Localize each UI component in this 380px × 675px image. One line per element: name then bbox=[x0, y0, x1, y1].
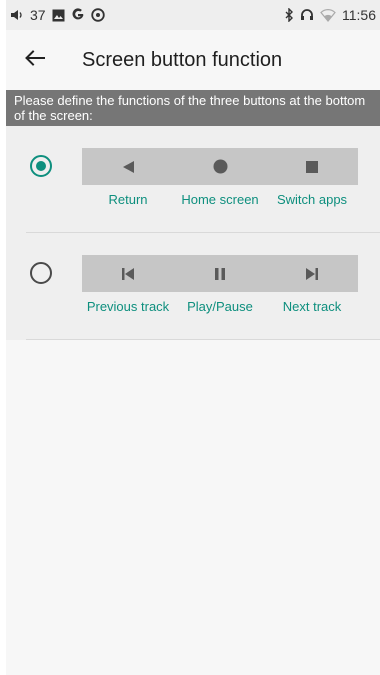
app-bar: Screen button function bbox=[6, 30, 380, 90]
label-switch-apps: Switch apps bbox=[276, 192, 348, 207]
option-media-buttons[interactable]: Previous track Play/Pause Next track bbox=[6, 233, 380, 340]
radio-media-unselected[interactable] bbox=[30, 262, 52, 284]
status-bar-right: 11:56 bbox=[284, 7, 376, 23]
volume-icon bbox=[10, 8, 24, 22]
label-play-pause: Play/Pause bbox=[187, 299, 253, 314]
page-title: Screen button function bbox=[82, 48, 283, 71]
back-triangle-icon bbox=[82, 148, 174, 185]
label-previous-track: Previous track bbox=[86, 299, 170, 314]
label-next-track: Next track bbox=[282, 299, 342, 314]
square-icon bbox=[266, 148, 358, 185]
previous-track-icon bbox=[82, 255, 174, 292]
button-bar-preview bbox=[82, 255, 358, 292]
button-bar-preview bbox=[82, 148, 358, 185]
status-bar-left: 37 bbox=[10, 7, 105, 23]
button-labels: Return Home screen Switch apps bbox=[82, 192, 358, 207]
description-banner: Please define the functions of the three… bbox=[6, 90, 380, 126]
volume-level: 37 bbox=[30, 7, 46, 23]
wifi-icon bbox=[320, 8, 336, 22]
label-return: Return bbox=[108, 192, 148, 207]
image-icon bbox=[52, 9, 65, 22]
at-icon bbox=[90, 8, 105, 22]
option-navigation-buttons[interactable]: Return Home screen Switch apps bbox=[6, 126, 380, 233]
divider bbox=[26, 339, 380, 340]
screen: 37 11:56 Screen button function Please d… bbox=[6, 0, 380, 675]
next-track-icon bbox=[266, 255, 358, 292]
button-labels: Previous track Play/Pause Next track bbox=[82, 299, 358, 314]
radio-navigation-selected[interactable] bbox=[30, 155, 52, 177]
play-pause-icon bbox=[174, 255, 266, 292]
home-circle-icon bbox=[174, 148, 266, 185]
clock: 11:56 bbox=[342, 7, 376, 23]
headset-icon bbox=[300, 8, 314, 22]
status-bar: 37 11:56 bbox=[6, 0, 380, 30]
bluetooth-icon bbox=[284, 8, 294, 22]
back-button[interactable] bbox=[6, 30, 64, 90]
google-g-icon bbox=[71, 8, 85, 22]
label-home-screen: Home screen bbox=[181, 192, 259, 207]
arrow-left-icon bbox=[25, 49, 45, 71]
